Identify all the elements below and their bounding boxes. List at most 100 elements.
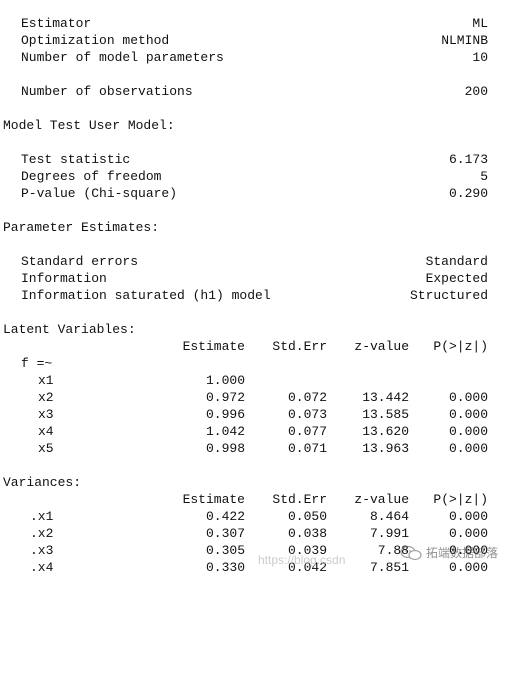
stderr-cell: 0.072 (287, 390, 327, 405)
table-row: x3 0.996 0.073 13.585 0.000 (0, 406, 510, 423)
row-name: .x4 (30, 560, 54, 575)
p-cell: 0.000 (448, 560, 488, 575)
variances-heading: Variances: (3, 475, 82, 490)
p-cell: 0.000 (448, 390, 488, 405)
column-header: Estimate (182, 339, 245, 354)
summary-row: Number of model parameters 10 (0, 49, 510, 66)
estimate-cell: 0.305 (205, 543, 245, 558)
estimate-cell: 1.000 (205, 373, 245, 388)
watermark: 拓端数据部落 (400, 544, 498, 561)
summary-row: Optimization method NLMINB (0, 32, 510, 49)
stderr-cell: 0.071 (287, 441, 327, 456)
param-label: Standard errors (21, 254, 139, 269)
param-row: Standard errors Standard (0, 253, 510, 270)
latent-heading: Latent Variables: (3, 322, 136, 337)
factor-label: f =~ (21, 356, 53, 371)
param-row: Information Expected (0, 270, 510, 287)
param-value: Standard (425, 254, 488, 269)
table-row: .x4 0.330 0.042 7.851 0.000 (0, 559, 510, 576)
summary-value: ML (472, 16, 488, 31)
wechat-icon (400, 545, 422, 560)
summary-value: 10 (472, 50, 488, 65)
summary-value: 200 (464, 84, 488, 99)
row-name: x1 (38, 373, 54, 388)
model-test-label: Degrees of freedom (21, 169, 162, 184)
row-name: .x1 (30, 509, 54, 524)
table-row: x5 0.998 0.071 13.963 0.000 (0, 440, 510, 457)
param-label: Information saturated (h1) model (21, 288, 271, 303)
model-test-value: 6.173 (448, 152, 488, 167)
row-name: x2 (38, 390, 54, 405)
summary-label: Optimization method (21, 33, 170, 48)
column-header-row: Estimate Std.Err z-value P(>|z|) (0, 338, 510, 355)
table-row: x2 0.972 0.072 13.442 0.000 (0, 389, 510, 406)
section-heading: Parameter Estimates: (0, 219, 510, 236)
summary-label: Number of model parameters (21, 50, 224, 65)
model-test-row: P-value (Chi-square) 0.290 (0, 185, 510, 202)
param-value: Structured (409, 288, 488, 303)
section-heading: Model Test User Model: (0, 117, 510, 134)
model-test-heading: Model Test User Model: (3, 118, 175, 133)
z-cell: 13.963 (362, 441, 409, 456)
param-estimates-heading: Parameter Estimates: (3, 220, 160, 235)
model-test-row: Degrees of freedom 5 (0, 168, 510, 185)
row-name: .x2 (30, 526, 54, 541)
stderr-cell: 0.077 (287, 424, 327, 439)
p-cell: 0.000 (448, 424, 488, 439)
param-value: Expected (425, 271, 488, 286)
row-name: x4 (38, 424, 54, 439)
model-test-label: P-value (Chi-square) (21, 186, 178, 201)
estimate-cell: 0.422 (205, 509, 245, 524)
z-cell: 7.991 (369, 526, 409, 541)
table-row: x4 1.042 0.077 13.620 0.000 (0, 423, 510, 440)
stderr-cell: 0.038 (287, 526, 327, 541)
column-header: Std.Err (272, 492, 327, 507)
z-cell: 8.464 (369, 509, 409, 524)
estimate-cell: 1.042 (205, 424, 245, 439)
estimate-cell: 0.330 (205, 560, 245, 575)
model-test-value: 0.290 (448, 186, 488, 201)
summary-value: NLMINB (441, 33, 488, 48)
table-row: x1 1.000 (0, 372, 510, 389)
factor-row: f =~ (0, 355, 510, 372)
row-name: x3 (38, 407, 54, 422)
stderr-cell: 0.073 (287, 407, 327, 422)
estimate-cell: 0.998 (205, 441, 245, 456)
watermark-url: https://blog.csdn (258, 553, 346, 567)
model-test-label: Test statistic (21, 152, 131, 167)
row-name: x5 (38, 441, 54, 456)
param-row: Information saturated (h1) model Structu… (0, 287, 510, 304)
param-label: Information (21, 271, 107, 286)
table-row: .x1 0.422 0.050 8.464 0.000 (0, 508, 510, 525)
summary-row: Estimator ML (0, 15, 510, 32)
summary-row: Number of observations 200 (0, 83, 510, 100)
p-cell: 0.000 (448, 407, 488, 422)
summary-label: Number of observations (21, 84, 193, 99)
p-cell: 0.000 (448, 526, 488, 541)
section-heading: Variances: (0, 474, 510, 491)
column-header: Std.Err (272, 339, 327, 354)
column-header: z-value (354, 339, 409, 354)
section-heading: Latent Variables: (0, 321, 510, 338)
column-header: z-value (354, 492, 409, 507)
watermark-text: 拓端数据部落 (425, 546, 498, 560)
p-cell: 0.000 (448, 509, 488, 524)
estimate-cell: 0.996 (205, 407, 245, 422)
estimate-cell: 0.307 (205, 526, 245, 541)
estimate-cell: 0.972 (205, 390, 245, 405)
z-cell: 7.851 (369, 560, 409, 575)
z-cell: 13.585 (362, 407, 409, 422)
row-name: .x3 (30, 543, 54, 558)
p-cell: 0.000 (448, 441, 488, 456)
column-header-row: Estimate Std.Err z-value P(>|z|) (0, 491, 510, 508)
column-header: Estimate (182, 492, 245, 507)
summary-label: Estimator (21, 16, 92, 31)
stderr-cell: 0.050 (287, 509, 327, 524)
model-test-row: Test statistic 6.173 (0, 151, 510, 168)
z-cell: 13.620 (362, 424, 409, 439)
console-output: Estimator ML Optimization method NLMINB … (0, 0, 510, 577)
column-header: P(>|z|) (433, 339, 488, 354)
model-test-value: 5 (480, 169, 488, 184)
z-cell: 13.442 (362, 390, 409, 405)
table-row: .x2 0.307 0.038 7.991 0.000 (0, 525, 510, 542)
